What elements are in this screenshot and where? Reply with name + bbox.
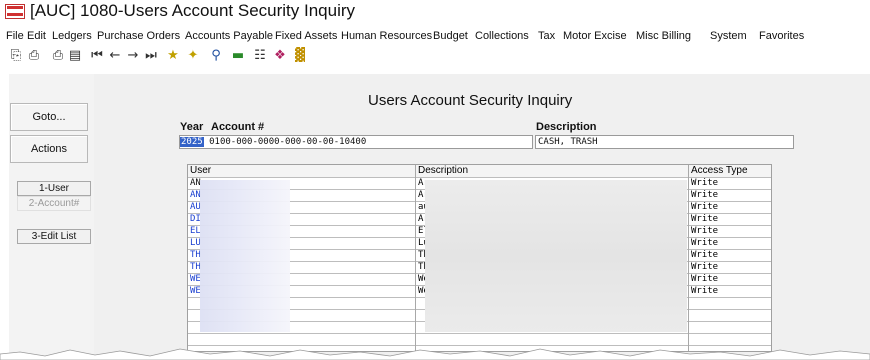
year-label: Year (180, 121, 204, 133)
access-type-cell: Write (691, 202, 719, 212)
access-type-cell: Write (691, 262, 719, 272)
access-type-cell: Write (691, 226, 719, 236)
goto-button[interactable]: Goto... (10, 103, 88, 131)
app-logo-icon (5, 4, 25, 19)
filter-icon[interactable]: ✦ (185, 48, 201, 64)
access-type-cell: Write (691, 274, 719, 284)
previous-record-icon[interactable]: ← (107, 48, 123, 64)
last-record-icon[interactable]: ⏭ (143, 48, 159, 64)
description-column-header[interactable]: Description (416, 165, 688, 177)
year-field[interactable]: 2025 (180, 137, 204, 147)
copy-icon[interactable]: ⎘ (8, 48, 24, 64)
menu-favorites[interactable]: Favorites (759, 30, 804, 42)
menu-bar: File Edit Ledgers Purchase Orders Accoun… (0, 30, 870, 44)
print-preview-icon[interactable]: ▤ (67, 48, 83, 64)
access-type-cell: Write (691, 178, 719, 188)
paste-icon[interactable]: ⎙ (26, 48, 42, 64)
account-field[interactable]: 2025 0100-000-0000-000-00-00-10400 (179, 135, 533, 149)
redacted-user-region (200, 180, 290, 332)
first-record-icon[interactable]: ⏮ (89, 48, 105, 64)
menu-tax[interactable]: Tax (538, 30, 555, 42)
menu-misc-billing[interactable]: Misc Billing (636, 30, 691, 42)
column-divider (688, 165, 689, 351)
menu-human-resources[interactable]: Human Resources (341, 30, 432, 42)
menu-budget[interactable]: Budget (433, 30, 468, 42)
description-field: CASH, TRASH (535, 135, 794, 149)
title-bar: [AUC] 1080-Users Account Security Inquir… (0, 0, 870, 22)
menu-accounts-payable[interactable]: Accounts Payable (185, 30, 273, 42)
access-type-cell: Write (691, 286, 719, 296)
access-type-column-header[interactable]: Access Type (689, 165, 771, 177)
account-button: 2-Account# (17, 196, 91, 211)
report-icon[interactable]: ▓ (292, 48, 308, 64)
gallery-icon[interactable]: ❖ (272, 48, 288, 64)
column-divider (415, 165, 416, 351)
menu-fixed-assets[interactable]: Fixed Assets (275, 30, 337, 42)
menu-file[interactable]: File (6, 30, 24, 42)
search-icon[interactable]: ⚲ (208, 48, 224, 64)
description-label: Description (536, 121, 597, 133)
access-type-cell: Write (691, 250, 719, 260)
next-record-icon[interactable]: → (125, 48, 141, 64)
redacted-description-region (425, 180, 687, 332)
user-column-header[interactable]: User (188, 165, 415, 177)
menu-edit[interactable]: Edit (27, 30, 46, 42)
actions-button[interactable]: Actions (10, 135, 88, 163)
print-icon[interactable]: ⎙ (50, 48, 66, 64)
page-title: Users Account Security Inquiry (368, 92, 573, 109)
edit-list-button[interactable]: 3-Edit List (17, 229, 91, 244)
settings-icon[interactable]: ☷ (252, 48, 268, 64)
window-title: [AUC] 1080-Users Account Security Inquir… (30, 1, 356, 20)
menu-system[interactable]: System (710, 30, 747, 42)
find-icon[interactable]: ★ (165, 48, 181, 64)
menu-ledgers[interactable]: Ledgers (52, 30, 92, 42)
menu-collections[interactable]: Collections (475, 30, 529, 42)
torn-edge (0, 348, 870, 360)
access-type-cell: Write (691, 214, 719, 224)
spreadsheet-icon[interactable]: ▬ (230, 48, 246, 64)
account-label: Account # (211, 121, 265, 133)
user-button[interactable]: 1-User (17, 181, 91, 196)
menu-purchase-orders[interactable]: Purchase Orders (97, 30, 180, 42)
toolbar: ⎘ ⎙ ⎙ ▤ ⏮ ← → ⏭ ★ ✦ ⚲ ▬ ☷ ❖ ▓ (0, 46, 870, 68)
menu-motor-excise[interactable]: Motor Excise (563, 30, 627, 42)
access-type-cell: Write (691, 238, 719, 248)
account-number-value: 0100-000-0000-000-00-00-10400 (209, 137, 367, 147)
access-type-cell: Write (691, 190, 719, 200)
